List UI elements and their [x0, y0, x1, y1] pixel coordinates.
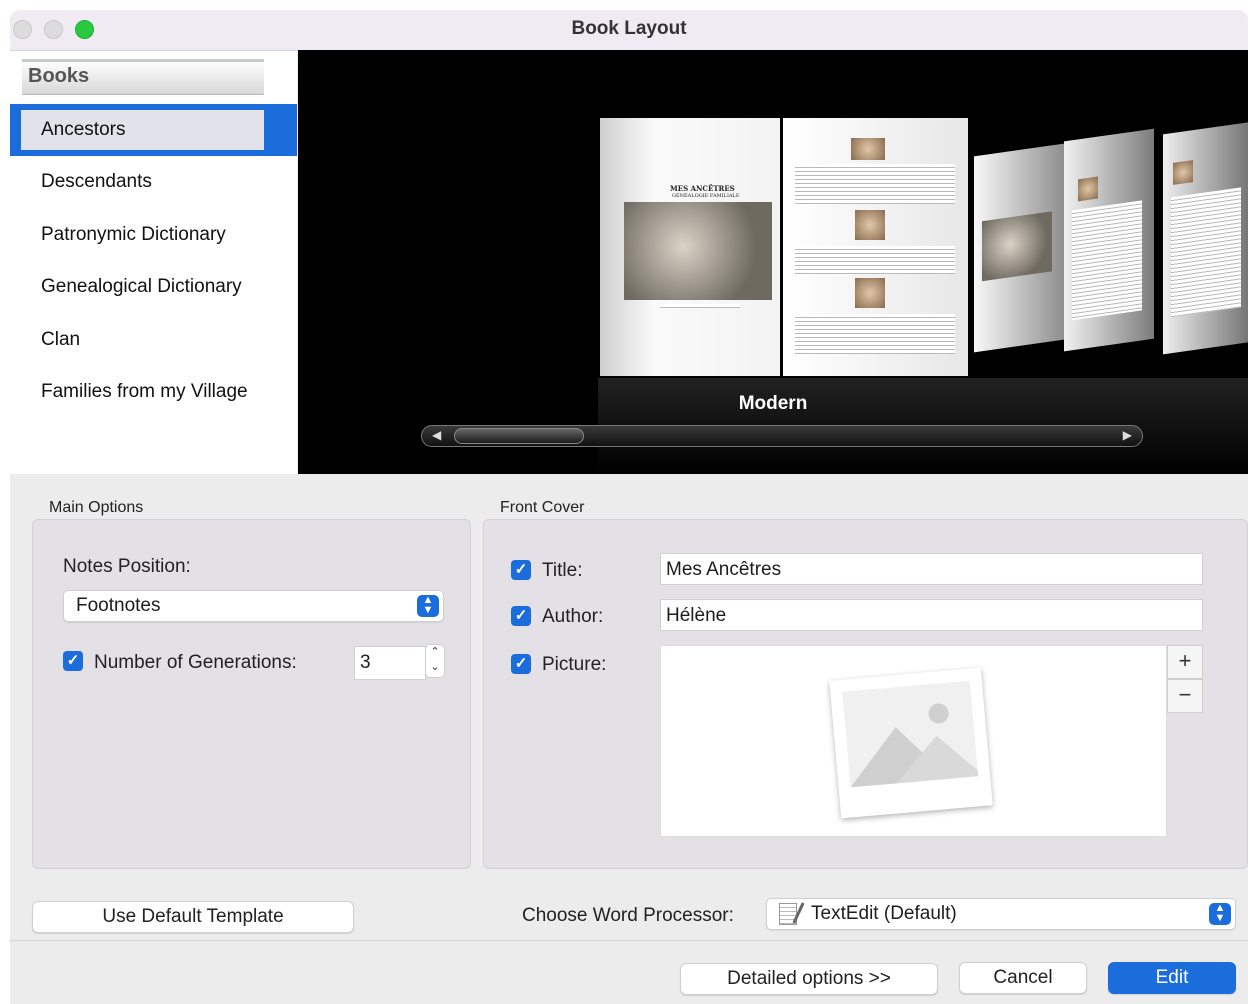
title-bar: Book Layout [10, 10, 1248, 51]
notes-position-select[interactable]: Footnotes ▲ ▼ [63, 590, 444, 622]
sidebar-item-ancestors[interactable]: Ancestors [10, 104, 297, 156]
detailed-options-button[interactable]: Detailed options >> [680, 963, 938, 995]
window-title: Book Layout [571, 18, 687, 39]
preview-inner-page [783, 118, 968, 376]
picture-placeholder-icon [829, 667, 993, 819]
word-processor-label: Choose Word Processor: [522, 905, 734, 926]
books-header: Books [22, 59, 264, 95]
front-cover-group: ✓ Title: Mes Ancêtres ✓ Author: Hélène ✓… [483, 519, 1248, 869]
sidebar-item-descendants[interactable]: Descendants [10, 156, 297, 208]
sidebar-item-genealogical-dictionary[interactable]: Genealogical Dictionary [10, 261, 297, 313]
book-layout-window: Book Layout Books Ancestors Descendants … [10, 10, 1248, 1004]
scroll-right-arrow-icon[interactable]: ▶ [1123, 428, 1132, 442]
preview-cover-photo [624, 202, 772, 300]
add-picture-button[interactable]: + [1167, 645, 1203, 679]
sidebar-item-patronymic-dictionary[interactable]: Patronymic Dictionary [10, 209, 297, 261]
preview-cover-subtitle: GÉNÉALOGIE FAMILIALE [672, 193, 740, 199]
sidebar-item-label: Patronymic Dictionary [41, 224, 226, 245]
word-processor-select[interactable]: TextEdit (Default) ▲ ▼ [766, 898, 1236, 930]
generations-stepper[interactable]: ⌃ ⌄ [425, 644, 445, 678]
style-name-label: Modern [738, 393, 808, 414]
edit-button[interactable]: Edit [1108, 962, 1236, 994]
chevron-updown-icon: ▲ ▼ [1209, 903, 1231, 925]
use-default-template-button[interactable]: Use Default Template [32, 901, 354, 933]
main-options-group: Notes Position: Footnotes ▲ ▼ ✓ Number of… [32, 519, 471, 869]
scroll-left-arrow-icon[interactable]: ◀ [432, 428, 441, 442]
notes-position-label: Notes Position: [63, 556, 191, 577]
textedit-icon [779, 903, 797, 925]
sidebar-item-label: Families from my Village [41, 381, 248, 402]
picture-checkbox[interactable]: ✓ [511, 654, 531, 674]
sidebar-item-label: Descendants [41, 171, 152, 192]
title-field[interactable]: Mes Ancêtres [660, 553, 1203, 585]
style-scrollbar[interactable]: ◀ ▶ [421, 425, 1143, 447]
picture-label: Picture: [542, 654, 607, 675]
preview-cover-page: MES ANCÊTRES GÉNÉALOGIE FAMILIALE [600, 118, 780, 376]
sidebar-item-families-from-my-village[interactable]: Families from my Village [10, 366, 297, 418]
front-cover-label: Front Cover [500, 499, 585, 516]
preview-style-thumbnail[interactable] [1163, 121, 1248, 355]
generations-field[interactable]: 3 [354, 646, 426, 680]
sidebar-item-label: Ancestors [41, 119, 126, 140]
author-checkbox[interactable]: ✓ [511, 606, 531, 626]
sidebar-item-clan[interactable]: Clan [10, 314, 297, 366]
sidebar-item-label: Genealogical Dictionary [41, 276, 242, 297]
title-checkbox[interactable]: ✓ [511, 560, 531, 580]
remove-picture-button[interactable]: − [1167, 679, 1203, 713]
book-style-preview[interactable]: MES ANCÊTRES GÉNÉALOGIE FAMILIALE Modern… [298, 50, 1248, 474]
preview-style-thumbnail[interactable] [974, 143, 1064, 353]
author-label: Author: [542, 606, 604, 627]
books-sidebar: Books Ancestors Descendants Patronymic D… [10, 51, 297, 474]
title-label: Title: [542, 560, 583, 581]
author-field[interactable]: Hélène [660, 599, 1203, 631]
generations-label: Number of Generations: [94, 652, 297, 673]
preview-style-thumbnail[interactable] [1064, 128, 1154, 352]
main-options-label: Main Options [49, 499, 144, 516]
footer-divider [10, 940, 1248, 941]
generations-checkbox[interactable]: ✓ [63, 651, 83, 671]
picture-well[interactable] [660, 645, 1167, 837]
scrollbar-thumb[interactable] [454, 428, 584, 444]
chevron-updown-icon: ▲ ▼ [417, 595, 439, 617]
preview-cover-title: MES ANCÊTRES [670, 184, 735, 193]
sidebar-item-label: Clan [41, 329, 81, 350]
cancel-button[interactable]: Cancel [959, 962, 1087, 994]
